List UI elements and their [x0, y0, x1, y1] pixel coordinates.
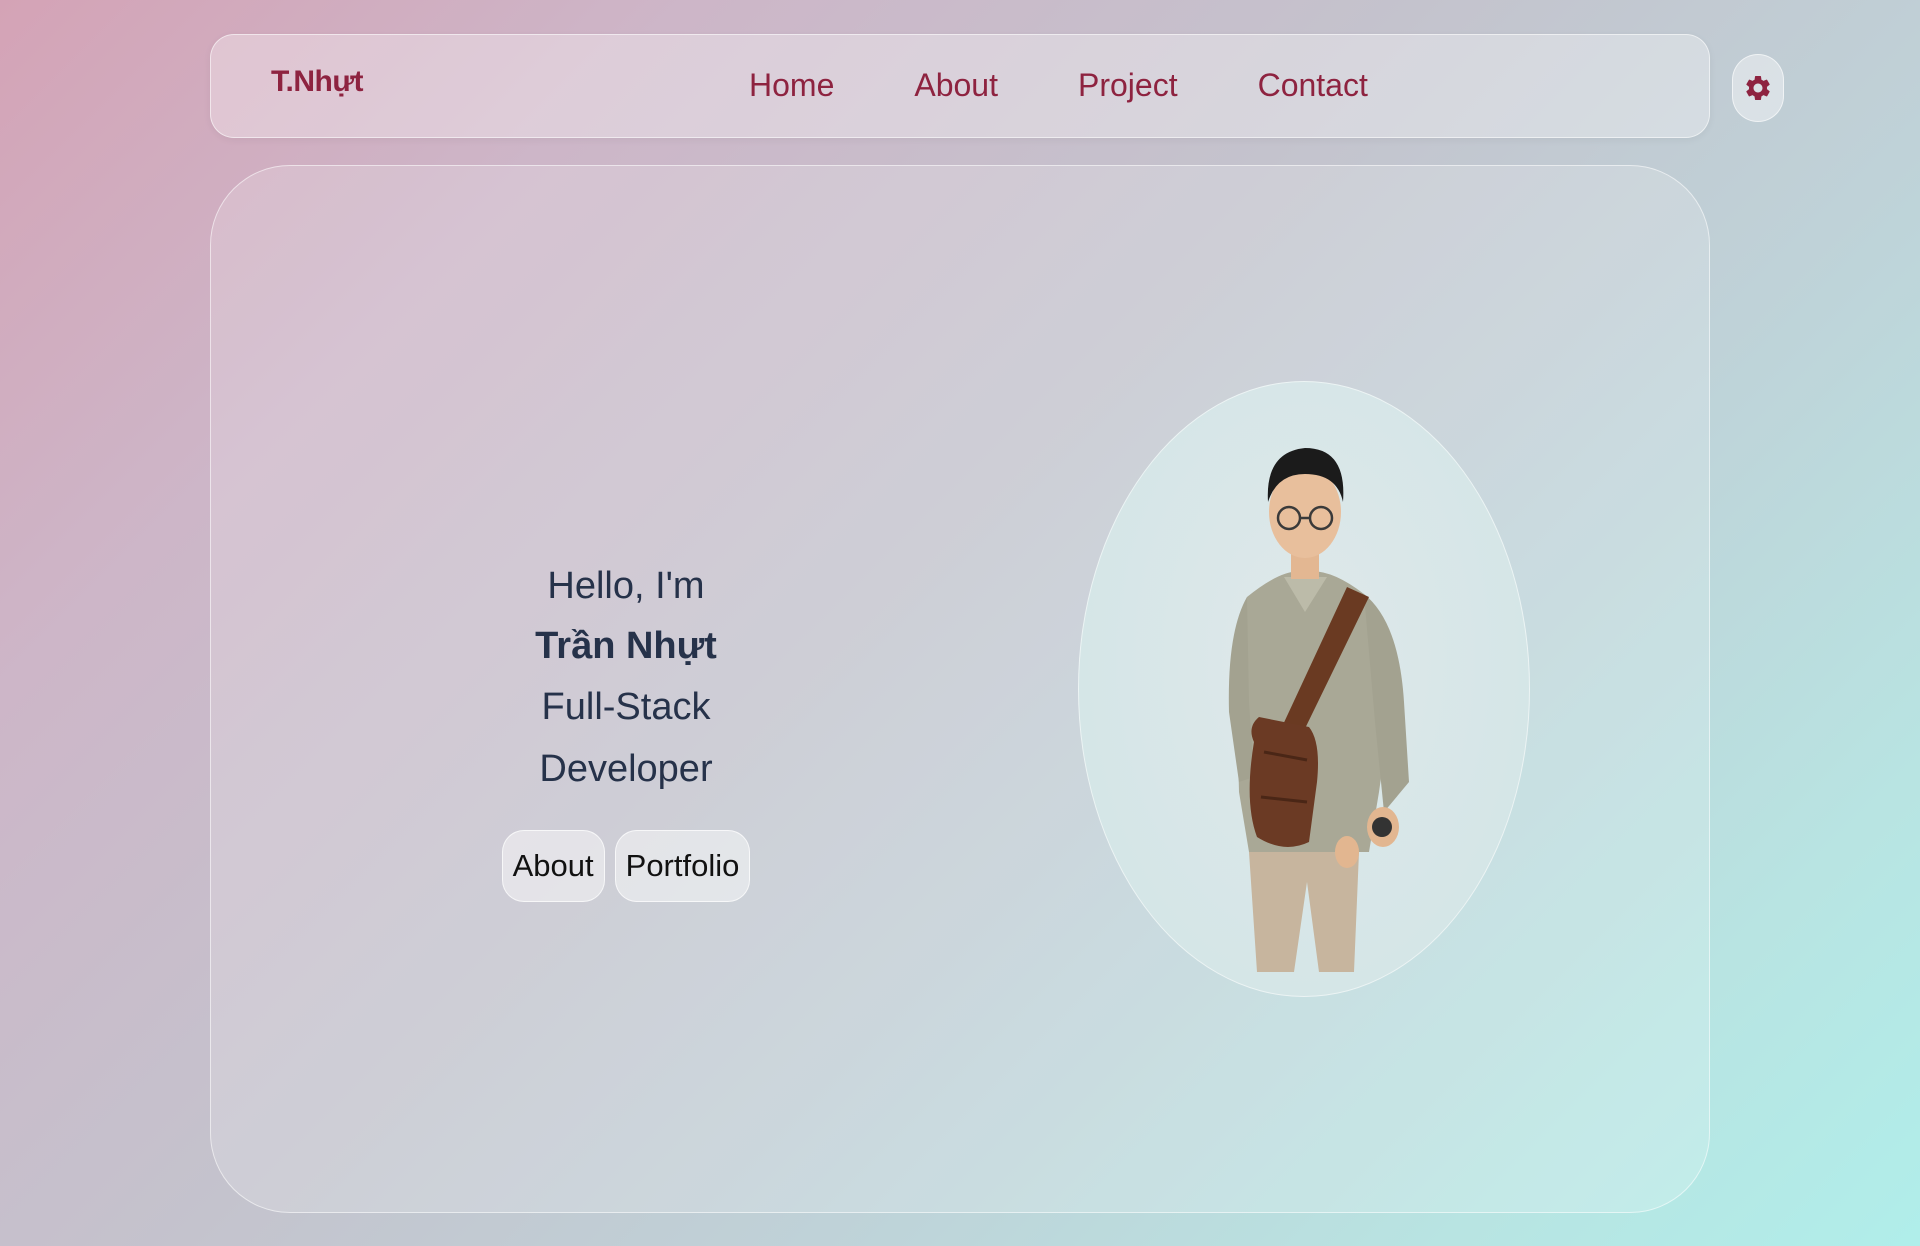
developer-name: Trần Nhựt: [535, 625, 717, 667]
nav-link-about[interactable]: About: [914, 67, 998, 104]
greeting-text: Hello, I'm: [547, 565, 705, 607]
nav-link-contact[interactable]: Contact: [1258, 67, 1368, 104]
cta-buttons: About Portfolio: [461, 830, 791, 902]
nav-link-home[interactable]: Home: [749, 67, 834, 104]
about-button[interactable]: About: [501, 830, 605, 902]
nav-link-project[interactable]: Project: [1078, 67, 1178, 104]
gear-icon: [1746, 76, 1770, 100]
portfolio-button[interactable]: Portfolio: [614, 830, 751, 902]
navbar: T.Nhựt Home About Project Contact: [210, 34, 1710, 138]
nav-links: Home About Project Contact: [749, 67, 1368, 104]
settings-button[interactable]: [1732, 54, 1784, 122]
brand-logo[interactable]: T.Nhựt: [271, 65, 364, 99]
portrait-frame: [1078, 381, 1530, 997]
hero-card: Hello, I'm Trần Nhựt Full-Stack Develope…: [210, 165, 1710, 1213]
intro-section: Hello, I'm Trần Nhựt Full-Stack Develope…: [461, 556, 791, 902]
developer-role: Full-Stack Developer: [539, 686, 713, 790]
portrait-photo: [1228, 448, 1409, 972]
